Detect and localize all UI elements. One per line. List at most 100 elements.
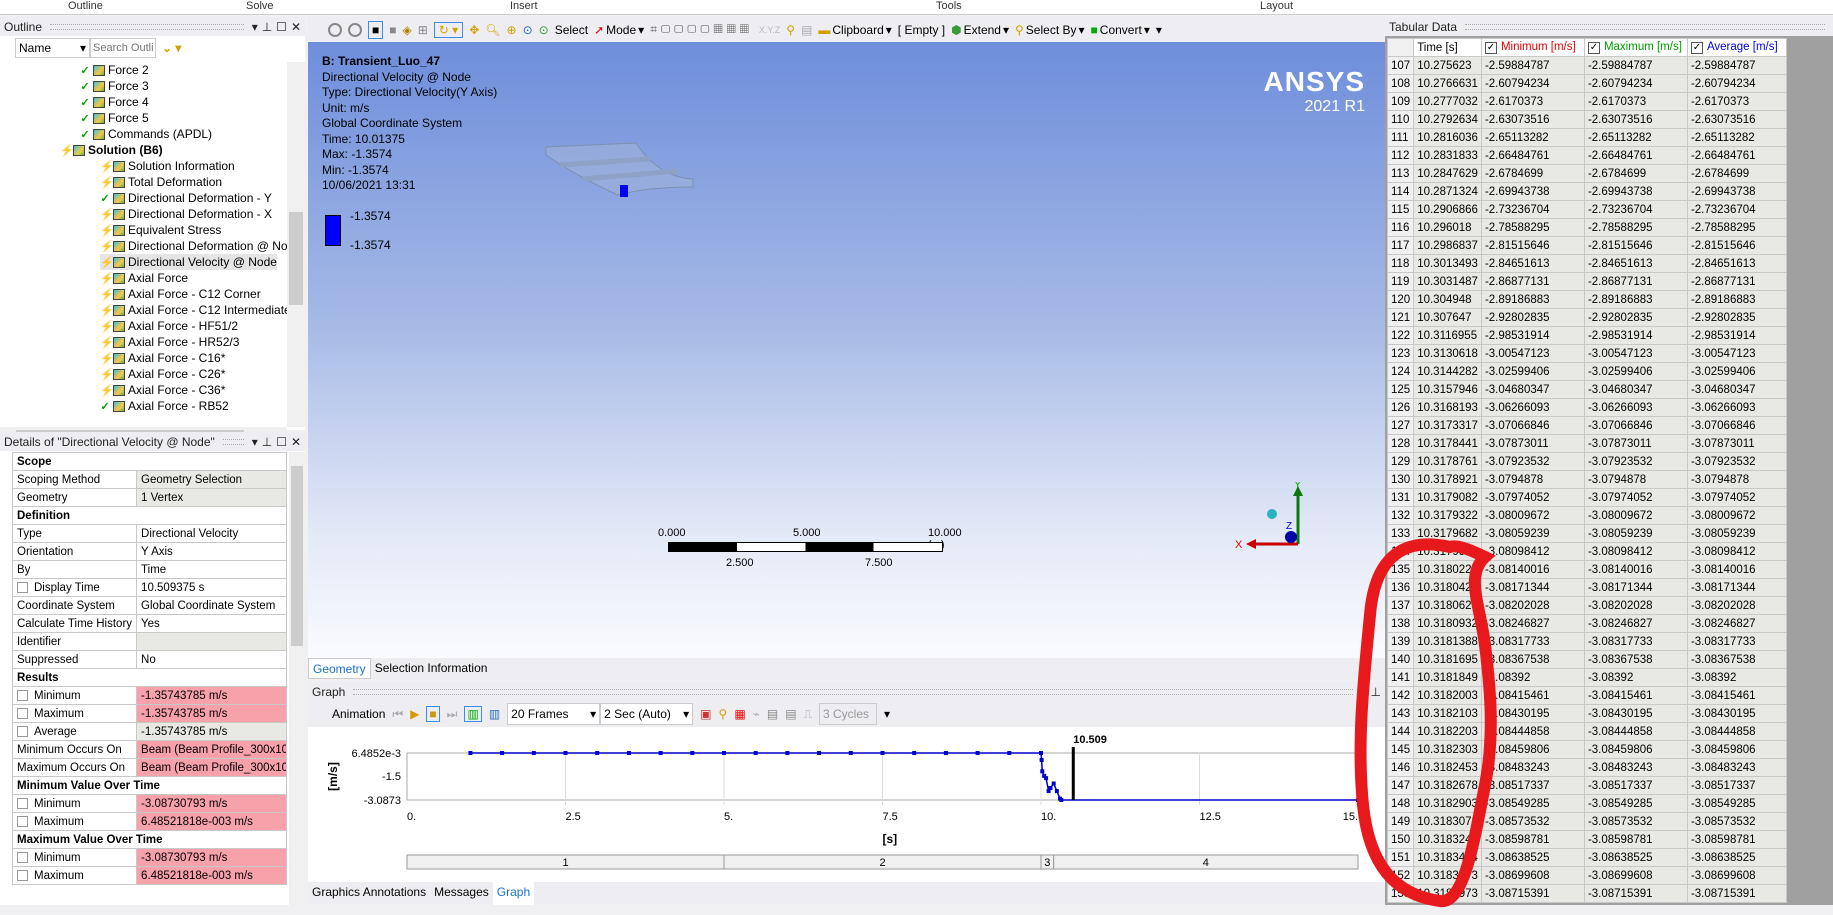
property-value[interactable]: 1 Vertex <box>136 488 288 507</box>
property-value[interactable]: Yes <box>136 614 288 633</box>
property-value[interactable]: 6.48521818e-003 m/s <box>136 812 288 831</box>
parameter-checkbox[interactable] <box>17 725 28 737</box>
table-row[interactable]: 112 10.2831833 -2.66484761 -2.66484761 -2.66… <box>1386 146 1787 165</box>
table-row[interactable]: 123 10.3130618 -3.00547123 -3.00547123 -3.00… <box>1386 344 1787 363</box>
details-row[interactable]: Calculate Time History Yes <box>11 614 288 633</box>
property-value[interactable]: Time <box>136 560 288 579</box>
table-row[interactable]: 124 10.3144282 -3.02599406 -3.02599406 -3.02… <box>1386 362 1787 381</box>
details-row[interactable]: Orientation Y Axis <box>11 542 288 561</box>
details-row[interactable]: Maximum 6.48521818e-003 m/s <box>11 866 288 885</box>
table-row[interactable]: 147 10.3182678 -3.08517337 -3.08517337 -3.08… <box>1386 776 1787 795</box>
table-row[interactable]: 152 10.3183873 -3.08699608 -3.08699608 -3.08… <box>1386 866 1787 885</box>
property-value[interactable]: Y Axis <box>136 542 288 561</box>
table-row[interactable]: 110 10.2792634 -2.63073516 -2.63073516 -2.63… <box>1386 110 1787 129</box>
details-row[interactable]: Maximum 6.48521818e-003 m/s <box>11 812 288 831</box>
table-row[interactable]: 150 10.3183241 -3.08598781 -3.08598781 -3.08… <box>1386 830 1787 849</box>
cycles-select[interactable]: 3 Cycles <box>818 703 877 725</box>
tree-item[interactable]: ⚡ Equivalent Stress <box>100 222 221 238</box>
tree-item[interactable]: ⚡ Axial Force - C12 Corner <box>100 286 261 302</box>
column-header[interactable]: ✓ Maximum [m/s] <box>1583 38 1688 57</box>
tree-item[interactable]: ⚡ Axial Force - HF51/2 <box>100 318 238 334</box>
table-row[interactable]: 121 10.307647 -2.92802835 -2.92802835 -2.928… <box>1386 308 1787 327</box>
box-zoom-icon[interactable]: ⊕ <box>507 23 517 37</box>
table-row[interactable]: 144 10.3182203 -3.08444858 -3.08444858 -3.08… <box>1386 722 1787 741</box>
details-row[interactable]: By Time <box>11 560 288 579</box>
property-value[interactable]: No <box>136 650 288 669</box>
property-value[interactable]: Directional Velocity <box>136 524 288 543</box>
mode-dropdown[interactable]: ➚ Mode ▾ <box>594 23 644 37</box>
checkbox-checked-icon[interactable]: ✓ <box>1484 42 1497 54</box>
property-value[interactable]: -1.35743785 m/s <box>136 686 288 705</box>
table-row[interactable]: 138 10.3180932 -3.08246827 -3.08246827 -3.08… <box>1386 614 1787 633</box>
distributed-frames-icon[interactable]: ▥ <box>464 706 482 722</box>
table-row[interactable]: 118 10.3013493 -2.84651613 -2.84651613 -2.84… <box>1386 254 1787 273</box>
table-row[interactable]: 109 10.2777032 -2.6170373 -2.6170373 -2.6170… <box>1386 92 1787 111</box>
table-row[interactable]: 134 10.3179952 -3.08098412 -3.08098412 -3.08… <box>1386 542 1787 561</box>
details-row[interactable]: Display Time 10.509375 s <box>11 578 288 597</box>
frames-select[interactable]: 20 Frames ▾ <box>507 703 601 725</box>
details-section[interactable]: Definition <box>11 506 288 525</box>
table-row[interactable]: 133 10.3179682 -3.08059239 -3.08059239 -3.08… <box>1386 524 1787 543</box>
annotation-icon[interactable]: ▤ <box>801 23 812 37</box>
tree-item[interactable]: ⚡ Axial Force - C36* <box>100 382 225 398</box>
section-plane-icon[interactable]: ⊞ <box>418 23 428 37</box>
result-sets-icon[interactable]: ▥ <box>489 707 500 721</box>
tree-item[interactable]: ⚡ Axial Force - C26* <box>100 366 225 382</box>
checkbox-checked-icon[interactable]: ✓ <box>1690 42 1703 54</box>
table-row[interactable]: 140 10.3181695 -3.08367538 -3.08367538 -3.08… <box>1386 650 1787 669</box>
table-row[interactable]: 132 10.3179322 -3.08009672 -3.08009672 -3.08… <box>1386 506 1787 525</box>
table-row[interactable]: 126 10.3168193 -3.06266093 -3.06266093 -3.06… <box>1386 398 1787 417</box>
tree-item[interactable]: ⚡ Total Deformation <box>100 174 222 190</box>
pin-icon[interactable]: ⊥ <box>262 20 272 34</box>
tree-item[interactable]: ⚡ Solution (B6) <box>60 142 163 158</box>
details-vertical-scrollbar[interactable] <box>289 452 305 905</box>
details-section[interactable]: Maximum Value Over Time <box>11 830 288 849</box>
coordinate-icon[interactable]: X.Y.Z <box>759 25 780 35</box>
column-header[interactable]: ✓ Average [m/s] <box>1686 38 1787 57</box>
table-row[interactable]: 153 10.3183973 -3.08715391 -3.08715391 -3.08… <box>1386 884 1787 903</box>
previous-frame-icon[interactable]: ⏮ <box>392 707 403 722</box>
panel-menu-icon[interactable]: ▾ <box>252 20 258 34</box>
rotate-icon[interactable]: ↻ ▾ <box>433 21 464 38</box>
column-header[interactable]: ✓ Minimum [m/s] <box>1480 38 1585 57</box>
tree-item[interactable]: ✓ Force 5 <box>80 110 148 126</box>
outline-vertical-scrollbar[interactable] <box>287 62 305 427</box>
table-row[interactable]: 131 10.3179082 -3.07974052 -3.07974052 -3.07… <box>1386 488 1787 507</box>
table-row[interactable]: 149 10.3183072 -3.08573532 -3.08573532 -3.08… <box>1386 812 1787 831</box>
graphics-viewport[interactable]: B: Transient_Luo_47 Directional Velocity… <box>308 42 1385 658</box>
select-by-dropdown[interactable]: ⚲ Select By ▾ <box>1015 23 1085 37</box>
tree-item[interactable]: ⚡ Solution Information <box>100 158 235 174</box>
tab-geometry[interactable]: Geometry <box>308 658 371 679</box>
table-row[interactable]: 125 10.3157946 -3.04680347 -3.04680347 -3.04… <box>1386 380 1787 399</box>
table-row[interactable]: 116 10.296018 -2.78588295 -2.78588295 -2.785… <box>1386 218 1787 237</box>
table-row[interactable]: 120 10.304948 -2.89186883 -2.89186883 -2.891… <box>1386 290 1787 309</box>
table-row[interactable]: 111 10.2816036 -2.65113282 -2.65113282 -2.65… <box>1386 128 1787 147</box>
tree-item[interactable]: ✓ Force 3 <box>80 78 148 94</box>
property-value[interactable]: -1.35743785 m/s <box>136 722 288 741</box>
table-row[interactable]: 142 10.3182003 -3.08415461 -3.08415461 -3.08… <box>1386 686 1787 705</box>
label-icon[interactable]: ⚲ <box>786 23 795 37</box>
export-video-icon[interactable]: ▣ <box>700 707 711 721</box>
details-row[interactable]: Geometry 1 Vertex <box>11 488 288 507</box>
column-header[interactable]: Time [s] <box>1413 38 1482 57</box>
property-value[interactable]: Global Coordinate System <box>136 596 288 615</box>
tab-graphics-annotations[interactable]: Graphics Annotations <box>308 882 430 905</box>
pin-icon[interactable]: ⊥ <box>1371 685 1381 699</box>
table-row[interactable]: 129 10.3178761 -3.07923532 -3.07923532 -3.07… <box>1386 452 1787 471</box>
maximize-icon[interactable]: ☐ <box>276 20 287 34</box>
table-row[interactable]: 143 10.3182103 -3.08430195 -3.08430195 -3.08… <box>1386 704 1787 723</box>
parameter-checkbox[interactable] <box>17 815 28 827</box>
property-value[interactable]: -3.08730793 m/s <box>136 848 288 867</box>
table-row[interactable]: 151 10.3183494 -3.08638525 -3.08638525 -3.08… <box>1386 848 1787 867</box>
time-history-chart[interactable]: 0. 2.5 5. 7.5 10. 12.5 15. 6.4852e-3 -1.5 -3.0873… <box>308 727 1385 882</box>
tree-item[interactable]: ✓ Axial Force - RB52 <box>100 398 228 414</box>
details-row[interactable]: Maximum -1.35743785 m/s <box>11 704 288 723</box>
details-section[interactable]: Scope <box>11 452 288 471</box>
checkbox-checked-icon[interactable]: ✓ <box>1587 42 1600 54</box>
table-row[interactable]: 135 10.3180222 -3.08140016 -3.08140016 -3.08… <box>1386 560 1787 579</box>
parameter-checkbox[interactable] <box>17 797 28 809</box>
tab-selection-information[interactable]: Selection Information <box>371 658 492 679</box>
panel-menu-icon[interactable]: ▾ <box>1361 685 1367 699</box>
details-row[interactable]: Minimum -1.35743785 m/s <box>11 686 288 705</box>
details-row[interactable]: Identifier <box>11 632 288 651</box>
